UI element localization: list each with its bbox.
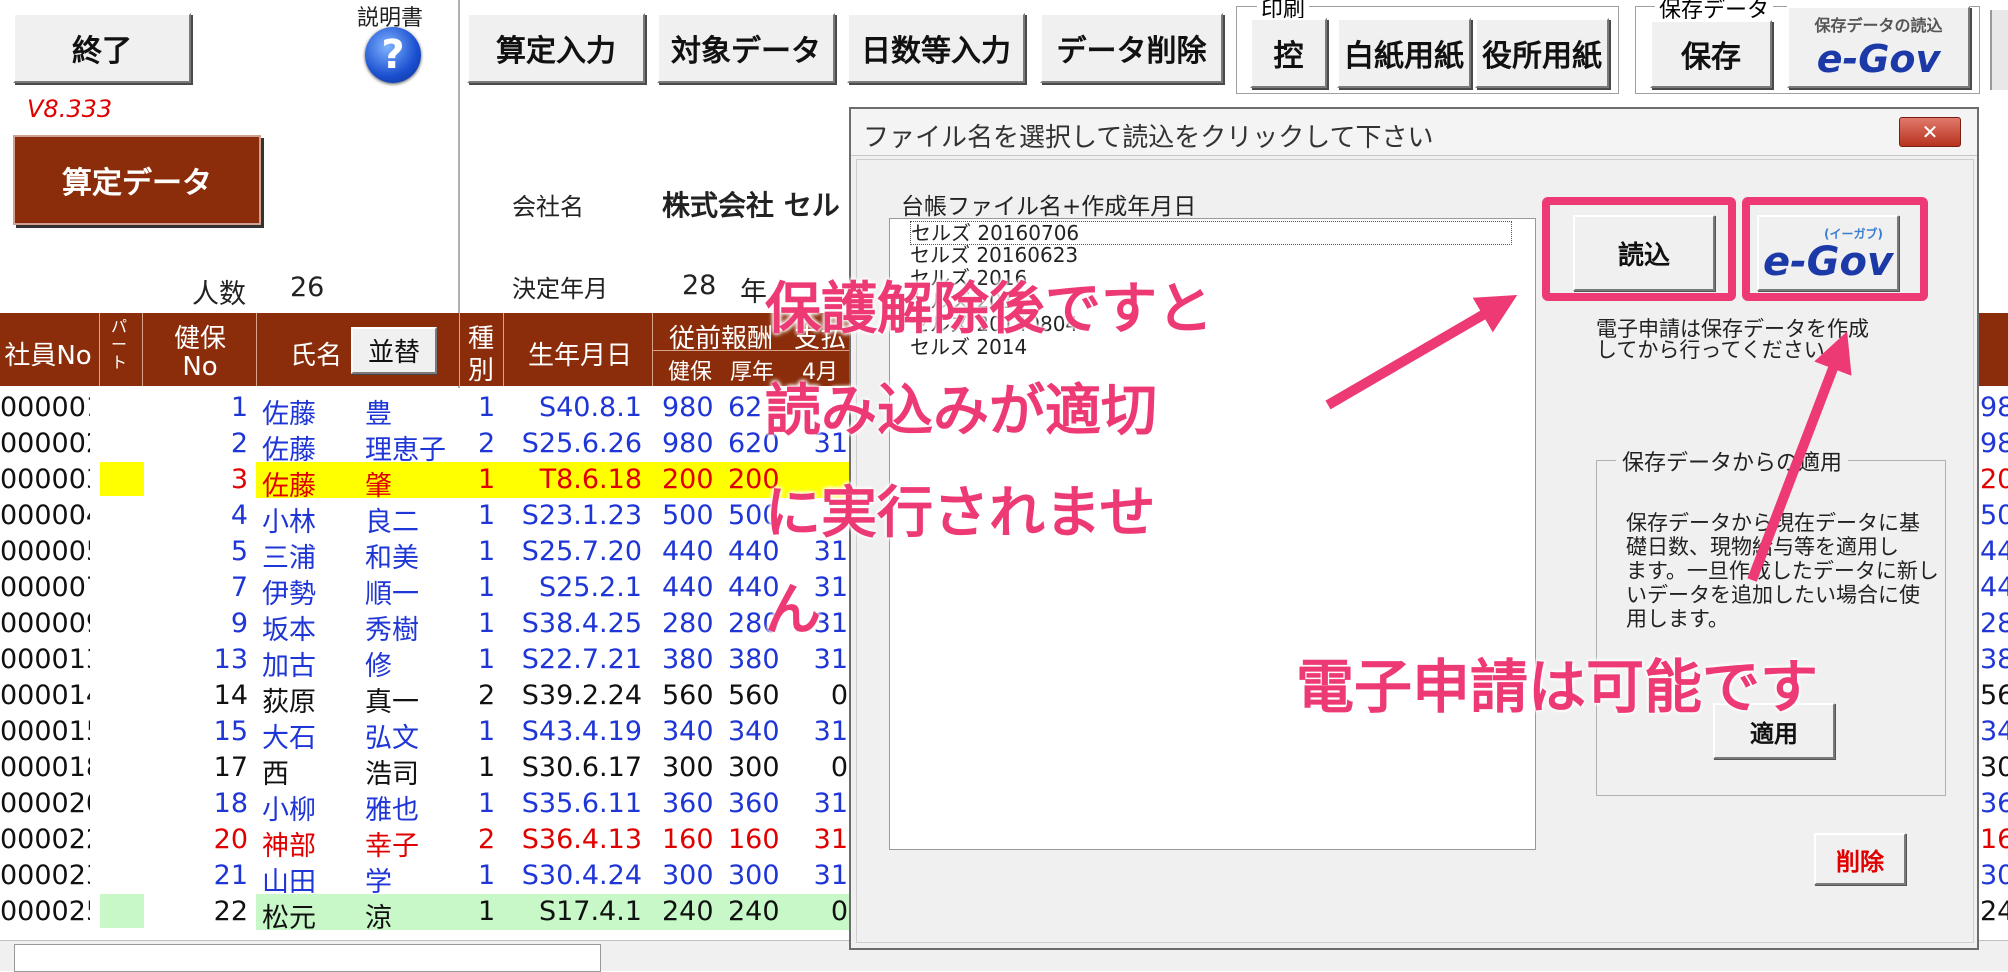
- annotation-arrows: [1325, 294, 1852, 582]
- arrow-to-read-button: [1325, 294, 1518, 410]
- arrow-to-egov-button: [1747, 331, 1852, 582]
